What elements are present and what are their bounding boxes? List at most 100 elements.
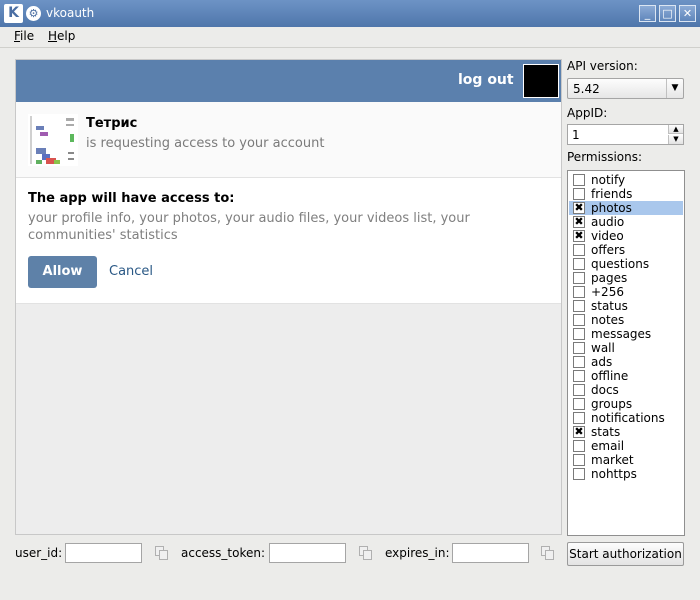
vk-logo-icon: K: [4, 4, 23, 23]
user-id-label: user_id:: [15, 546, 63, 560]
permission-checkbox[interactable]: [573, 300, 585, 312]
permission-label: +256: [591, 285, 624, 299]
permission-checkbox[interactable]: [573, 384, 585, 396]
menu-file[interactable]: File: [14, 29, 34, 43]
avatar[interactable]: [523, 64, 559, 98]
permission-item[interactable]: ads: [569, 355, 683, 369]
permission-checkbox[interactable]: ✖: [573, 426, 585, 438]
allow-button[interactable]: Allow: [28, 256, 97, 288]
permission-checkbox[interactable]: [573, 328, 585, 340]
permission-checkbox[interactable]: [573, 468, 585, 480]
permission-label: notify: [591, 173, 626, 187]
menu-help[interactable]: Help: [48, 29, 75, 43]
app-info-card: Тетрис is requesting access to your acco…: [16, 102, 561, 178]
permission-item[interactable]: notifications: [569, 411, 683, 425]
vk-header: log out: [16, 60, 561, 102]
chevron-down-icon[interactable]: ▼: [666, 79, 683, 98]
permission-checkbox[interactable]: [573, 272, 585, 284]
logout-link[interactable]: log out: [458, 72, 514, 88]
app-request-text: is requesting access to your account: [86, 136, 325, 151]
permissions-list[interactable]: notify friends ✖ photos ✖ audio ✖ video offers qu…: [567, 170, 685, 536]
permission-label: pages: [591, 271, 628, 285]
permission-item[interactable]: nohttps: [569, 467, 683, 481]
permission-item[interactable]: status: [569, 299, 683, 313]
appid-value: 1: [572, 128, 580, 142]
permission-checkbox[interactable]: [573, 244, 585, 256]
permission-label: market: [591, 453, 634, 467]
permission-item[interactable]: messages: [569, 327, 683, 341]
permission-label: questions: [591, 257, 650, 271]
access-token-field[interactable]: [269, 543, 346, 563]
copy-expires-in-icon[interactable]: [540, 545, 556, 561]
appid-spinbox[interactable]: 1 ▲ ▼: [567, 124, 684, 145]
expires-in-field[interactable]: [452, 543, 529, 563]
permission-item[interactable]: friends: [569, 187, 683, 201]
maximize-button[interactable]: □: [659, 5, 676, 22]
expires-in-label: expires_in:: [385, 546, 450, 560]
start-authorization-button[interactable]: Start authorization: [567, 542, 684, 566]
permission-checkbox[interactable]: ✖: [573, 216, 585, 228]
permission-item[interactable]: market: [569, 453, 683, 467]
permission-checkbox[interactable]: [573, 342, 585, 354]
permission-item[interactable]: notify: [569, 173, 683, 187]
permission-label: stats: [591, 425, 621, 439]
cancel-link[interactable]: Cancel: [109, 264, 153, 279]
permission-checkbox[interactable]: [573, 286, 585, 298]
api-version-label: API version:: [567, 59, 638, 73]
permission-label: offline: [591, 369, 629, 383]
app-logo-icon: [28, 114, 78, 166]
spin-down-icon[interactable]: ▼: [668, 135, 683, 144]
permission-checkbox[interactable]: [573, 440, 585, 452]
permission-checkbox[interactable]: [573, 188, 585, 200]
permission-label: notifications: [591, 411, 665, 425]
permission-checkbox[interactable]: [573, 258, 585, 270]
app-name: Тетрис: [86, 116, 138, 131]
permission-checkbox[interactable]: [573, 370, 585, 382]
window-menu-icon[interactable]: ⚙: [26, 6, 41, 21]
permission-item[interactable]: offers: [569, 243, 683, 257]
appid-label: AppID:: [567, 106, 608, 120]
permission-item[interactable]: ✖ audio: [569, 215, 683, 229]
minimize-button[interactable]: _: [639, 5, 656, 22]
permission-checkbox[interactable]: [573, 398, 585, 410]
permission-item[interactable]: wall: [569, 341, 683, 355]
permission-checkbox[interactable]: [573, 412, 585, 424]
user-id-field[interactable]: [65, 543, 142, 563]
permission-checkbox[interactable]: [573, 454, 585, 466]
access-token-label: access_token:: [181, 546, 266, 560]
permission-item[interactable]: ✖ stats: [569, 425, 683, 439]
access-title: The app will have access to:: [28, 191, 235, 206]
permission-checkbox[interactable]: ✖: [573, 230, 585, 242]
permission-label: video: [591, 229, 624, 243]
permission-label: messages: [591, 327, 652, 341]
close-button[interactable]: ✕: [679, 5, 696, 22]
permission-label: ads: [591, 355, 613, 369]
permission-item[interactable]: docs: [569, 383, 683, 397]
permission-checkbox[interactable]: [573, 314, 585, 326]
permission-item[interactable]: email: [569, 439, 683, 453]
permission-item[interactable]: +256: [569, 285, 683, 299]
spin-up-icon[interactable]: ▲: [668, 125, 683, 134]
permission-item[interactable]: ✖ photos: [569, 201, 683, 215]
permission-checkbox[interactable]: ✖: [573, 202, 585, 214]
permission-checkbox[interactable]: [573, 174, 585, 186]
permissions-label: Permissions:: [567, 150, 643, 164]
permission-checkbox[interactable]: [573, 356, 585, 368]
permission-label: wall: [591, 341, 615, 355]
permission-label: audio: [591, 215, 625, 229]
permission-item[interactable]: pages: [569, 271, 683, 285]
copy-access-token-icon[interactable]: [358, 545, 374, 561]
permission-item[interactable]: groups: [569, 397, 683, 411]
permission-item[interactable]: offline: [569, 369, 683, 383]
web-view: log out Тетрис is requesting access to y…: [15, 59, 562, 535]
window-title: vkoauth: [46, 6, 95, 20]
api-version-select[interactable]: 5.42 ▼: [567, 78, 684, 99]
copy-user-id-icon[interactable]: [154, 545, 170, 561]
title-bar: K ⚙ vkoauth _ □ ✕: [0, 0, 700, 27]
permission-item[interactable]: notes: [569, 313, 683, 327]
permission-label: groups: [591, 397, 633, 411]
permission-item[interactable]: questions: [569, 257, 683, 271]
menu-bar: File Help: [0, 27, 700, 47]
permission-item[interactable]: ✖ video: [569, 229, 683, 243]
permission-label: photos: [591, 201, 632, 215]
